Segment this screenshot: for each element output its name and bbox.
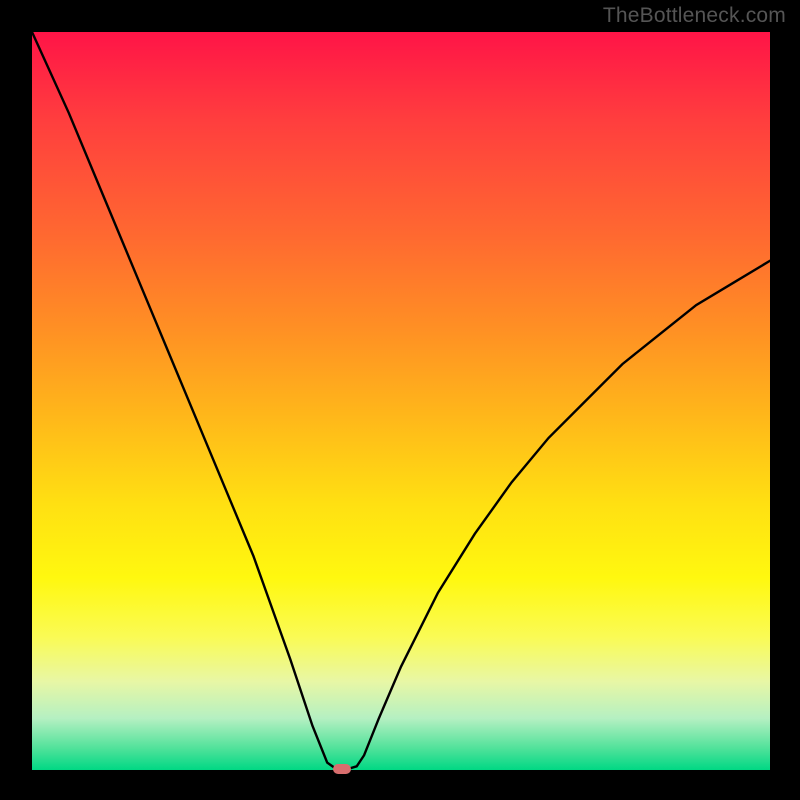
optimal-point-marker [333, 764, 351, 774]
chart-plot-area [32, 32, 770, 770]
bottleneck-curve [32, 32, 770, 770]
watermark-text: TheBottleneck.com [603, 4, 786, 28]
